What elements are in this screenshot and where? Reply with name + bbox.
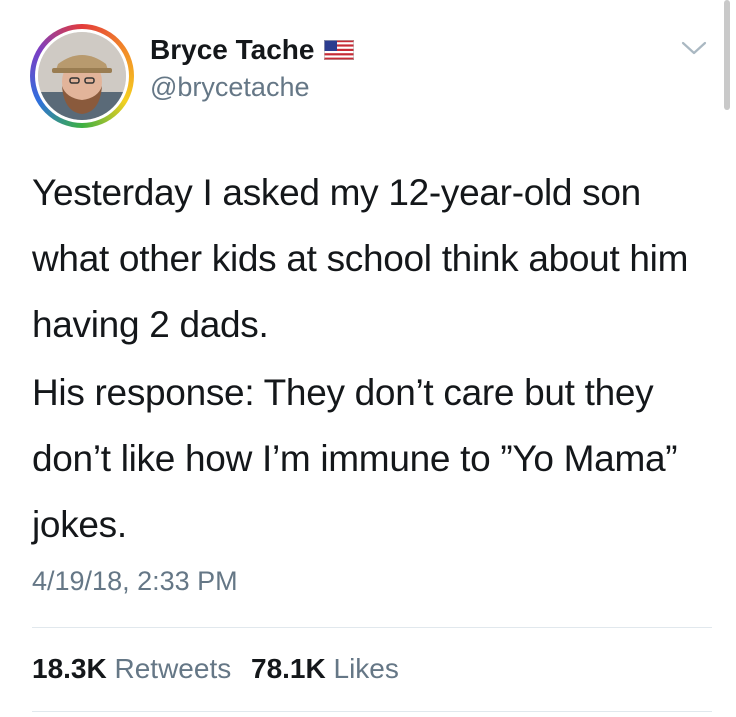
display-name[interactable]: Bryce Tache bbox=[150, 34, 355, 66]
divider bbox=[32, 711, 712, 712]
tweet-stats: 18.3K Retweets 78.1K Likes bbox=[32, 653, 399, 685]
retweets-count: 18.3K bbox=[32, 653, 107, 684]
us-flag-icon bbox=[324, 40, 355, 60]
likes-stat[interactable]: 78.1K Likes bbox=[251, 653, 399, 684]
avatar-ring-gap bbox=[35, 29, 129, 123]
chevron-down-icon[interactable] bbox=[680, 38, 708, 58]
tweet-text-paragraph-2: His response: They don’t care but they d… bbox=[32, 372, 678, 545]
likes-count: 78.1K bbox=[251, 653, 326, 684]
avatar[interactable] bbox=[30, 24, 134, 128]
likes-label: Likes bbox=[333, 653, 399, 684]
user-handle[interactable]: @brycetache bbox=[150, 72, 309, 103]
display-name-text[interactable]: Bryce Tache bbox=[150, 34, 314, 66]
divider bbox=[32, 627, 712, 628]
tweet-timestamp[interactable]: 4/19/18, 2:33 PM bbox=[32, 566, 238, 597]
tweet-text-paragraph-1: Yesterday I asked my 12-year-old son wha… bbox=[32, 172, 689, 345]
avatar-photo bbox=[38, 32, 126, 120]
scrollbar[interactable] bbox=[724, 0, 730, 110]
retweets-label: Retweets bbox=[114, 653, 232, 684]
profile-photo-icon bbox=[38, 32, 126, 120]
retweets-stat[interactable]: 18.3K Retweets bbox=[32, 653, 239, 684]
